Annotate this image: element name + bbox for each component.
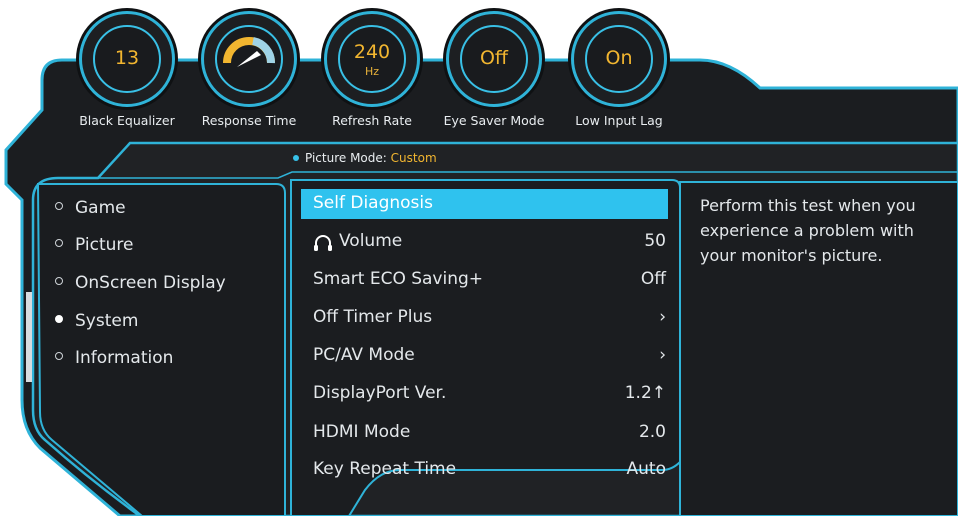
dial-response-time[interactable] <box>201 11 297 107</box>
menu-item-self-diagnosis[interactable]: Self Diagnosis <box>301 189 668 219</box>
category-system[interactable]: System <box>55 311 138 331</box>
dial-value: On <box>605 47 633 69</box>
menu-item-value: 2.0 <box>638 422 666 442</box>
menu-item-value: Off <box>640 269 666 289</box>
radio-bullet-icon <box>55 315 63 323</box>
menu-item-label: Volume <box>339 231 403 251</box>
dial-ring: 240 Hz <box>338 25 406 93</box>
menu-item-label: Off Timer Plus <box>313 307 433 327</box>
category-label: System <box>75 311 139 331</box>
menu-item-label: PC/AV Mode <box>313 345 415 365</box>
dial-eye-saver-mode[interactable]: Off <box>446 11 542 107</box>
category-picture[interactable]: Picture <box>55 235 133 255</box>
menu-item-value: 1.2↑ <box>624 383 666 403</box>
menu-item-volume[interactable]: Volume 50 <box>301 227 668 257</box>
picture-mode-value: Custom <box>390 151 437 165</box>
menu-item-displayport-ver[interactable]: DisplayPort Ver. 1.2↑ <box>301 379 668 409</box>
menu-item-hdmi-mode[interactable]: HDMI Mode 2.0 <box>301 418 668 448</box>
dial-low-input-lag[interactable]: On <box>571 11 667 107</box>
menu-item-label: Smart ECO Saving+ <box>313 269 484 289</box>
category-label: Information <box>75 348 174 368</box>
menu-item-value: 50 <box>644 231 666 251</box>
menu-item-pc-av-mode[interactable]: PC/AV Mode › <box>301 341 668 371</box>
menu-item-label: HDMI Mode <box>313 422 411 442</box>
dial-ring: On <box>585 25 653 93</box>
dial-black-equalizer[interactable]: 13 <box>79 11 175 107</box>
headphones-icon <box>314 235 332 251</box>
picture-mode-label: Picture Mode: <box>305 151 387 165</box>
radio-bullet-icon <box>55 352 63 360</box>
dial-ring <box>215 25 283 93</box>
picture-mode-indicator: Picture Mode: Custom <box>293 151 437 165</box>
dial-label-low-input-lag: Low Input Lag <box>575 113 663 128</box>
side-handle <box>26 292 32 382</box>
chevron-right-icon: › <box>659 345 666 365</box>
dial-ring: 13 <box>93 25 161 93</box>
category-label: OnScreen Display <box>75 273 226 293</box>
dial-value: 240 <box>353 41 391 63</box>
category-game[interactable]: Game <box>55 198 126 218</box>
category-information[interactable]: Information <box>55 348 173 368</box>
menu-item-off-timer-plus[interactable]: Off Timer Plus › <box>301 303 668 333</box>
category-label: Picture <box>75 235 134 255</box>
speedometer-icon <box>223 37 275 67</box>
menu-item-label: Key Repeat Time <box>313 459 457 479</box>
radio-bullet-icon <box>55 277 63 285</box>
dial-unit: Hz <box>364 65 380 78</box>
menu-item-smart-eco-saving[interactable]: Smart ECO Saving+ Off <box>301 265 668 295</box>
radio-bullet-icon <box>55 202 63 210</box>
dial-refresh-rate[interactable]: 240 Hz <box>324 11 420 107</box>
menu-item-value: Auto <box>626 459 666 479</box>
category-label: Game <box>75 198 126 218</box>
radio-bullet-icon <box>55 239 63 247</box>
bullet-icon <box>293 154 299 161</box>
help-text: Perform this test when you experience a … <box>700 196 916 265</box>
dial-value: Off <box>479 47 509 69</box>
dial-ring: Off <box>460 25 528 93</box>
dial-value: 13 <box>114 47 140 69</box>
menu-item-label: DisplayPort Ver. <box>313 383 447 403</box>
category-onscreen-display[interactable]: OnScreen Display <box>55 273 226 293</box>
menu-item-label: Self Diagnosis <box>313 193 433 213</box>
chevron-right-icon: › <box>659 307 666 327</box>
menu-item-key-repeat-time[interactable]: Key Repeat Time Auto <box>301 455 668 485</box>
